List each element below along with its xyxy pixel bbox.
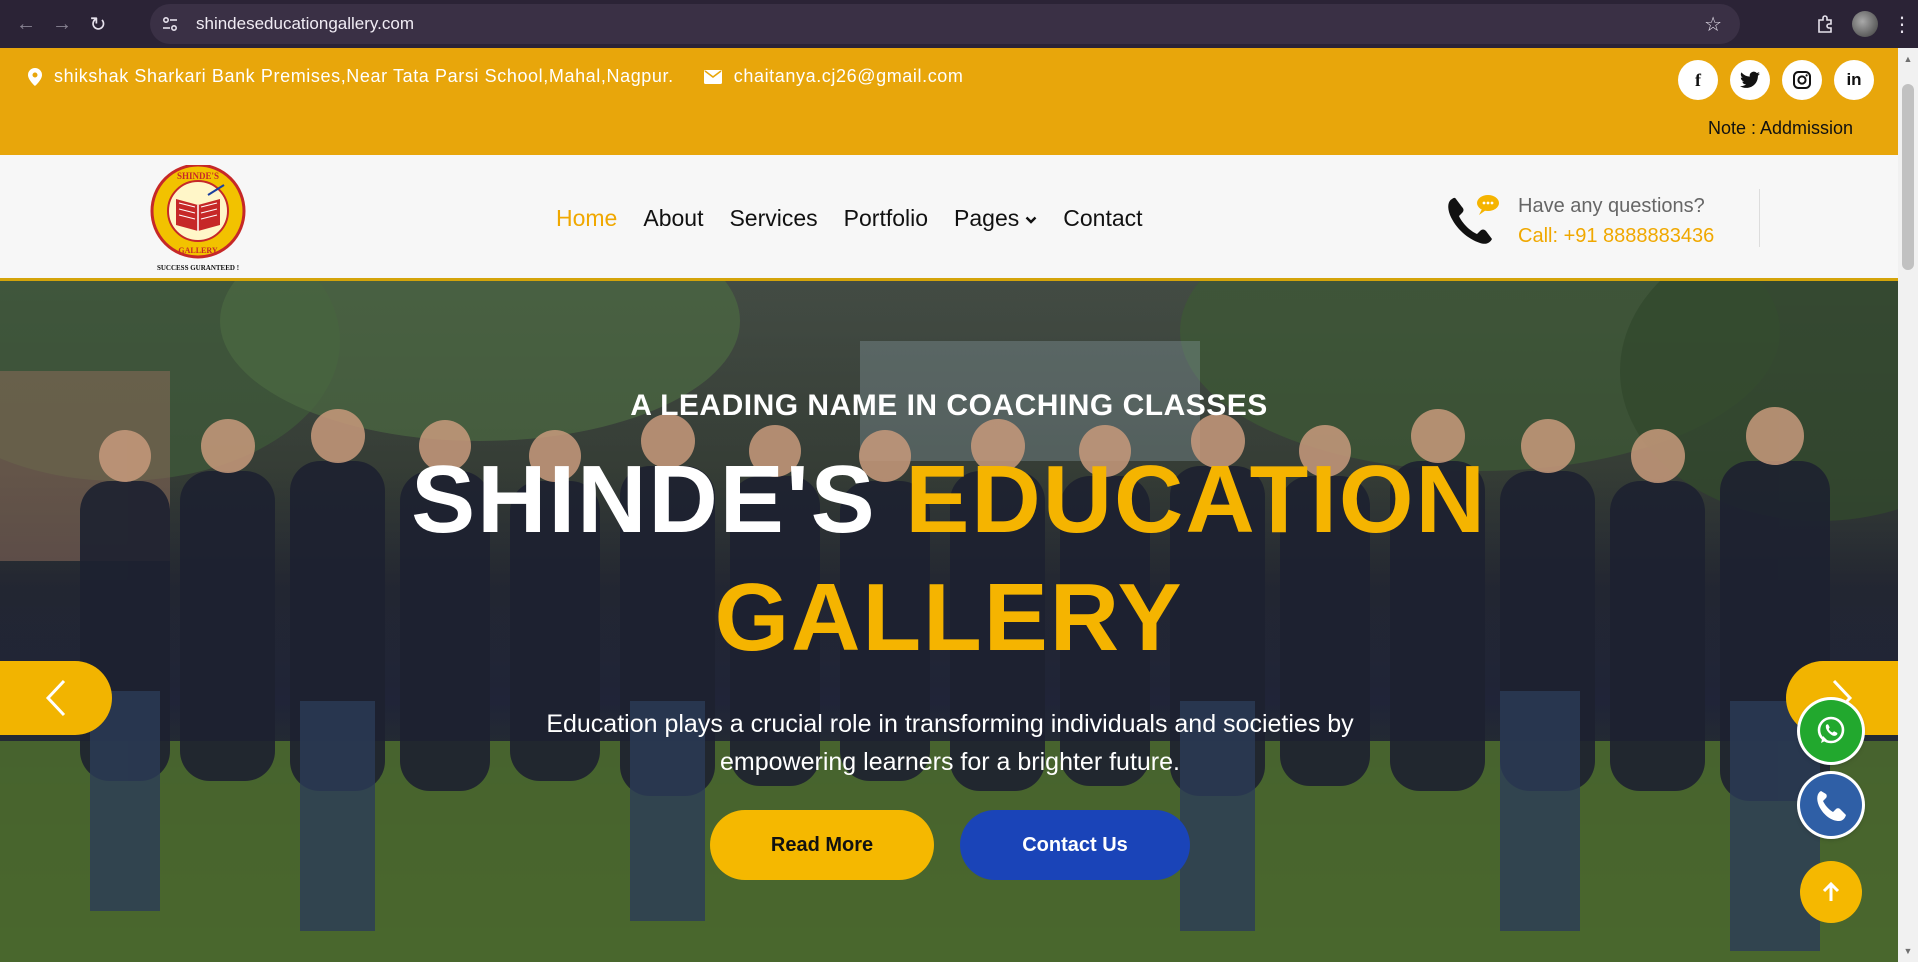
nav-services[interactable]: Services (729, 205, 817, 232)
svg-text:GALLERY: GALLERY (178, 246, 218, 255)
nav-about[interactable]: About (643, 205, 703, 232)
nav-contact[interactable]: Contact (1063, 205, 1142, 232)
top-info-bar: shikshak Sharkari Bank Premises,Near Tat… (0, 48, 1898, 155)
hero-slider: A LEADING NAME IN COACHING CLASSES SHIND… (0, 281, 1898, 962)
back-arrow-icon[interactable]: ← (8, 6, 44, 42)
hero-title-yellow-1: EDUCATION (905, 446, 1487, 553)
nav-pages-dropdown[interactable]: Pages (954, 205, 1037, 232)
envelope-icon (703, 69, 722, 84)
scroll-thumb[interactable] (1902, 84, 1914, 270)
menu-kebab-icon[interactable]: ⋮ (1892, 12, 1912, 37)
nav-pages-label: Pages (954, 205, 1020, 231)
contact-info: shikshak Sharkari Bank Premises,Near Tat… (28, 66, 964, 87)
phone-icon (1817, 791, 1846, 821)
help-call-number[interactable]: Call: +91 8888883436 (1518, 225, 1714, 248)
arrow-up-icon (1822, 881, 1840, 901)
hero-title: SHINDE'S EDUCATION GALLERY (0, 441, 1898, 677)
header-divider (1759, 189, 1760, 247)
site-logo[interactable]: SHINDE'S GALLERY SUCCESS GURANTEED ! (148, 165, 248, 273)
scroll-down-arrow[interactable]: ▼ (1903, 946, 1913, 956)
nav-portfolio[interactable]: Portfolio (844, 205, 928, 232)
whatsapp-icon (1817, 716, 1845, 744)
linkedin-icon[interactable]: in (1834, 60, 1874, 100)
scroll-up-arrow[interactable]: ▲ (1903, 54, 1913, 64)
forward-arrow-icon[interactable]: → (44, 6, 80, 42)
main-nav: Home About Services Portfolio Pages Cont… (556, 205, 1143, 232)
star-icon[interactable]: ☆ (1704, 12, 1722, 37)
hero-subtitle: A LEADING NAME IN COACHING CLASSES (630, 389, 1268, 422)
social-links: f in (1678, 60, 1874, 100)
hero-title-yellow-2: GALLERY (714, 564, 1184, 671)
extensions-icon[interactable] (1806, 4, 1846, 44)
help-question: Have any questions? (1518, 195, 1705, 217)
hero-title-white: SHINDE'S (411, 446, 877, 553)
nav-home[interactable]: Home (556, 205, 617, 232)
chevron-down-icon (1025, 216, 1037, 224)
location-pin-icon (28, 67, 42, 86)
phone-chat-icon (1448, 195, 1499, 244)
slider-prev-button[interactable] (0, 661, 112, 735)
url-text[interactable]: shindeseducationgallery.com (196, 14, 414, 34)
admission-marquee: Note : Addmission (1708, 118, 1854, 138)
back-to-top-button[interactable] (1800, 861, 1862, 923)
site-header: SHINDE'S GALLERY SUCCESS GURANTEED ! Hom… (0, 155, 1898, 281)
profile-avatar[interactable] (1852, 11, 1878, 37)
call-button[interactable] (1800, 774, 1862, 836)
address-text: shikshak Sharkari Bank Premises,Near Tat… (54, 66, 674, 86)
address-bar[interactable]: shindeseducationgallery.com ☆ (150, 4, 1740, 44)
reload-icon[interactable]: ↻ (80, 6, 116, 42)
hero-description: Education plays a crucial role in transf… (546, 710, 1354, 776)
instagram-icon[interactable] (1782, 60, 1822, 100)
page-scrollbar[interactable]: ▲ ▼ (1898, 48, 1918, 962)
browser-toolbar: ← → ↻ shindeseducationgallery.com ☆ ⋮ (0, 0, 1918, 48)
svg-text:SHINDE'S: SHINDE'S (177, 171, 219, 181)
contact-us-button[interactable]: Contact Us (960, 810, 1190, 880)
facebook-icon[interactable]: f (1678, 60, 1718, 100)
svg-text:SUCCESS GURANTEED !: SUCCESS GURANTEED ! (157, 264, 239, 272)
site-info-icon[interactable] (156, 10, 184, 38)
chevron-left-icon (45, 679, 66, 717)
email-link[interactable]: chaitanya.cj26@gmail.com (734, 66, 964, 87)
whatsapp-button[interactable] (1800, 700, 1862, 762)
read-more-button[interactable]: Read More (710, 810, 934, 880)
twitter-icon[interactable] (1730, 60, 1770, 100)
